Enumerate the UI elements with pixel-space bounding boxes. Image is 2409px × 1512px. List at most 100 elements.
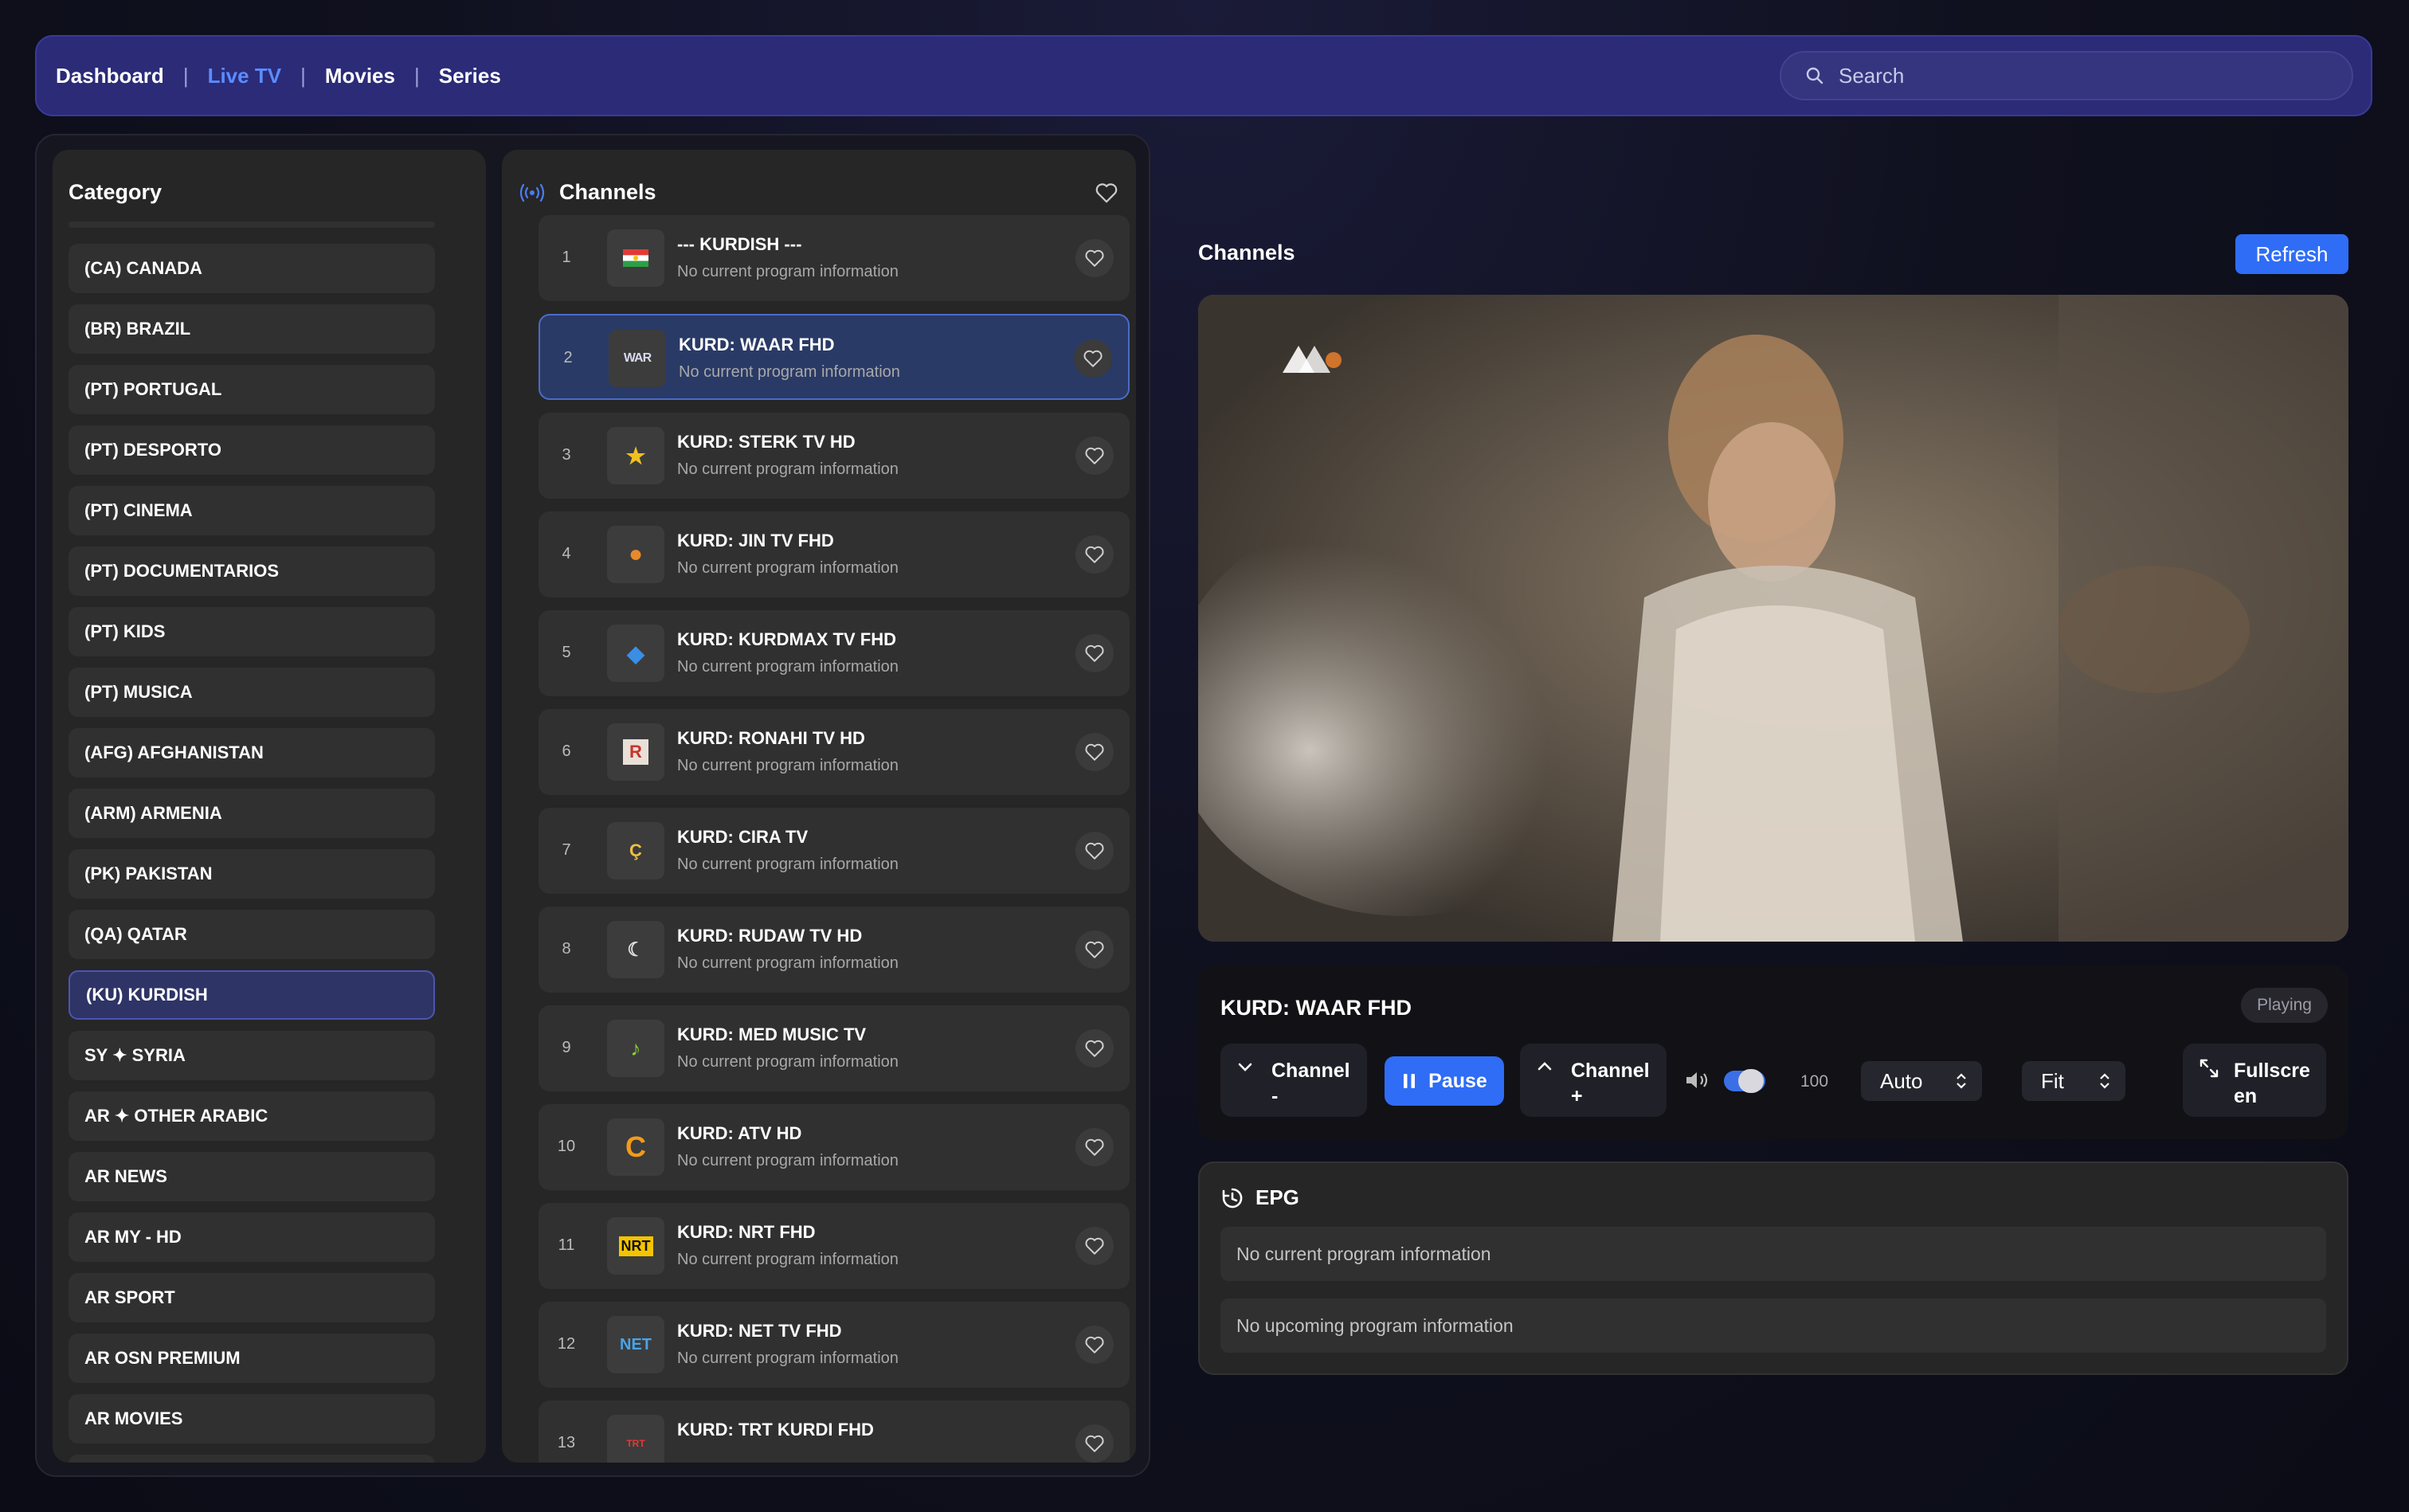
category-item[interactable]: (PT) DESPORTO (69, 425, 435, 475)
channel-logo: ◆ (607, 625, 664, 682)
channel-program-info: No current program information (677, 1053, 899, 1071)
category-item[interactable]: (PK) PAKISTAN (69, 849, 435, 899)
volume-icon[interactable] (1684, 1069, 1710, 1091)
channel-number: 6 (562, 742, 571, 760)
favorite-button[interactable] (1074, 339, 1112, 378)
category-item[interactable]: (AFG) AFGHANISTAN (69, 728, 435, 778)
aspect-select[interactable]: Fit (2022, 1061, 2125, 1101)
aspect-value: Fit (2041, 1068, 2064, 1093)
fullscreen-button[interactable]: Fullscre en (2183, 1044, 2326, 1117)
category-item[interactable]: AR ✦ OTHER ARABIC (69, 1091, 435, 1141)
channel-item-active[interactable]: 2 WAR KURD: WAAR FHD No current program inf… (539, 314, 1130, 400)
channel-name: KURD: NET TV FHD (677, 1321, 842, 1341)
category-item[interactable]: SY ✦ SYRIA (69, 1031, 435, 1080)
video-player[interactable] (1198, 295, 2348, 942)
video-frame (1198, 295, 2348, 942)
channel-name: --- KURDISH --- (677, 234, 802, 254)
category-item[interactable]: (ARM) ARMENIA (69, 789, 435, 838)
favorite-button[interactable] (1075, 634, 1114, 672)
channel-item[interactable]: 1 --- KURDISH --- No current program infor… (539, 215, 1130, 301)
favorite-button[interactable] (1075, 239, 1114, 277)
channel-item[interactable]: 11 NRT KURD: NRT FHD No current program inf… (539, 1203, 1130, 1289)
category-item[interactable]: (PT) MUSICA (69, 668, 435, 717)
channel-logo: NET (607, 1316, 664, 1373)
channel-logo: Ç (607, 822, 664, 879)
channel-title: Channels (559, 180, 656, 204)
volume-slider[interactable] (1724, 1069, 1765, 1093)
channel-name: KURD: CIRA TV (677, 827, 809, 847)
search-input[interactable] (1837, 62, 2318, 89)
heart-icon (1085, 941, 1104, 958)
channel-header: Channels (518, 180, 656, 205)
channel-name: KURD: NRT FHD (677, 1222, 816, 1242)
pause-button[interactable]: Pause (1385, 1056, 1504, 1106)
channel-number: 2 (563, 349, 573, 366)
refresh-button[interactable]: Refresh (2235, 234, 2348, 274)
channel-item[interactable]: 7 Ç KURD: CIRA TV No current program inform… (539, 808, 1130, 894)
channel-item[interactable]: 8 ☾ KURD: RUDAW TV HD No current program in… (539, 907, 1130, 993)
nav-live-tv[interactable]: Live TV (208, 64, 281, 88)
channel-item[interactable]: 4 ● KURD: JIN TV FHD No current program inf… (539, 511, 1130, 597)
top-nav: Dashboard | Live TV | Movies | Series (35, 35, 2372, 116)
channel-item[interactable]: 10 C KURD: ATV HD No current program inform… (539, 1104, 1130, 1190)
quality-select[interactable]: Auto (1861, 1061, 1982, 1101)
channel-up-button[interactable]: Channel + (1520, 1044, 1667, 1117)
channel-item[interactable]: 3 ★ KURD: STERK TV HD No current program in… (539, 413, 1130, 499)
favorite-button[interactable] (1075, 535, 1114, 574)
channel-program-info: No current program information (677, 757, 899, 774)
category-item[interactable]: AR OSN PREMIUM (69, 1334, 435, 1383)
category-item[interactable]: (PT) CINEMA (69, 486, 435, 535)
channel-item[interactable]: 13 TRT KURD: TRT KURDI FHD (539, 1400, 1130, 1463)
channel-logo: NRT (607, 1217, 664, 1275)
category-item[interactable] (69, 221, 435, 228)
favorite-button[interactable] (1075, 832, 1114, 870)
channel-logo: R (607, 723, 664, 781)
nav-dashboard[interactable]: Dashboard (56, 64, 164, 88)
favorite-button[interactable] (1075, 1424, 1114, 1463)
category-item[interactable]: AR SPORT (69, 1273, 435, 1322)
channel-down-suffix: - (1271, 1085, 1279, 1107)
channel-down-button[interactable]: Channel - (1220, 1044, 1367, 1117)
volume-slider-knob[interactable] (1738, 1069, 1764, 1093)
category-item[interactable]: AR MY - HD (69, 1212, 435, 1262)
category-item[interactable]: (BR) BRAZIL (69, 304, 435, 354)
channel-number: 13 (557, 1434, 576, 1451)
channel-list[interactable]: 1 --- KURDISH --- No current program infor… (539, 215, 1130, 1463)
category-item[interactable] (69, 1455, 435, 1463)
category-list[interactable]: (CA) CANADA (BR) BRAZIL (PT) PORTUGAL (P… (69, 221, 435, 1463)
heart-icon (1085, 842, 1104, 860)
channel-program-info: No current program information (677, 559, 899, 577)
nav-series[interactable]: Series (439, 64, 501, 88)
channel-name: KURD: MED MUSIC TV (677, 1024, 867, 1044)
channel-number: 12 (557, 1335, 576, 1353)
category-item[interactable]: (CA) CANADA (69, 244, 435, 293)
channel-item[interactable]: 9 ♪ KURD: MED MUSIC TV No current program i… (539, 1005, 1130, 1091)
category-item[interactable]: (PT) KIDS (69, 607, 435, 656)
channel-up-label: Channel (1571, 1060, 1650, 1082)
favorite-button[interactable] (1075, 1227, 1114, 1265)
category-item[interactable]: (QA) QATAR (69, 910, 435, 959)
heart-icon (1085, 1435, 1104, 1452)
category-item[interactable]: AR MOVIES (69, 1394, 435, 1443)
favorites-heart-icon[interactable] (1095, 182, 1118, 204)
favorite-button[interactable] (1075, 1128, 1114, 1166)
favorite-button[interactable] (1075, 930, 1114, 969)
channel-name: KURD: TRT KURDI FHD (677, 1420, 874, 1440)
channel-number: 11 (558, 1236, 575, 1254)
favorite-button[interactable] (1075, 437, 1114, 475)
category-item[interactable]: AR NEWS (69, 1152, 435, 1201)
category-item-active[interactable]: (KU) KURDISH (69, 970, 435, 1020)
nav-movies[interactable]: Movies (325, 64, 395, 88)
channel-logo: ★ (607, 427, 664, 484)
favorite-button[interactable] (1075, 733, 1114, 771)
search-box[interactable] (1780, 51, 2353, 100)
category-item[interactable]: (PT) DOCUMENTARIOS (69, 546, 435, 596)
favorite-button[interactable] (1075, 1326, 1114, 1364)
channel-item[interactable]: 6 R KURD: RONAHI TV HD No current program i… (539, 709, 1130, 795)
channel-program-info: No current program information (677, 263, 899, 280)
favorite-button[interactable] (1075, 1029, 1114, 1067)
channel-item[interactable]: 5 ◆ KURD: KURDMAX TV FHD No current program… (539, 610, 1130, 696)
category-item[interactable]: (PT) PORTUGAL (69, 365, 435, 414)
channel-item[interactable]: 12 NET KURD: NET TV FHD No current program … (539, 1302, 1130, 1388)
channel-program-info: No current program information (677, 1349, 899, 1367)
